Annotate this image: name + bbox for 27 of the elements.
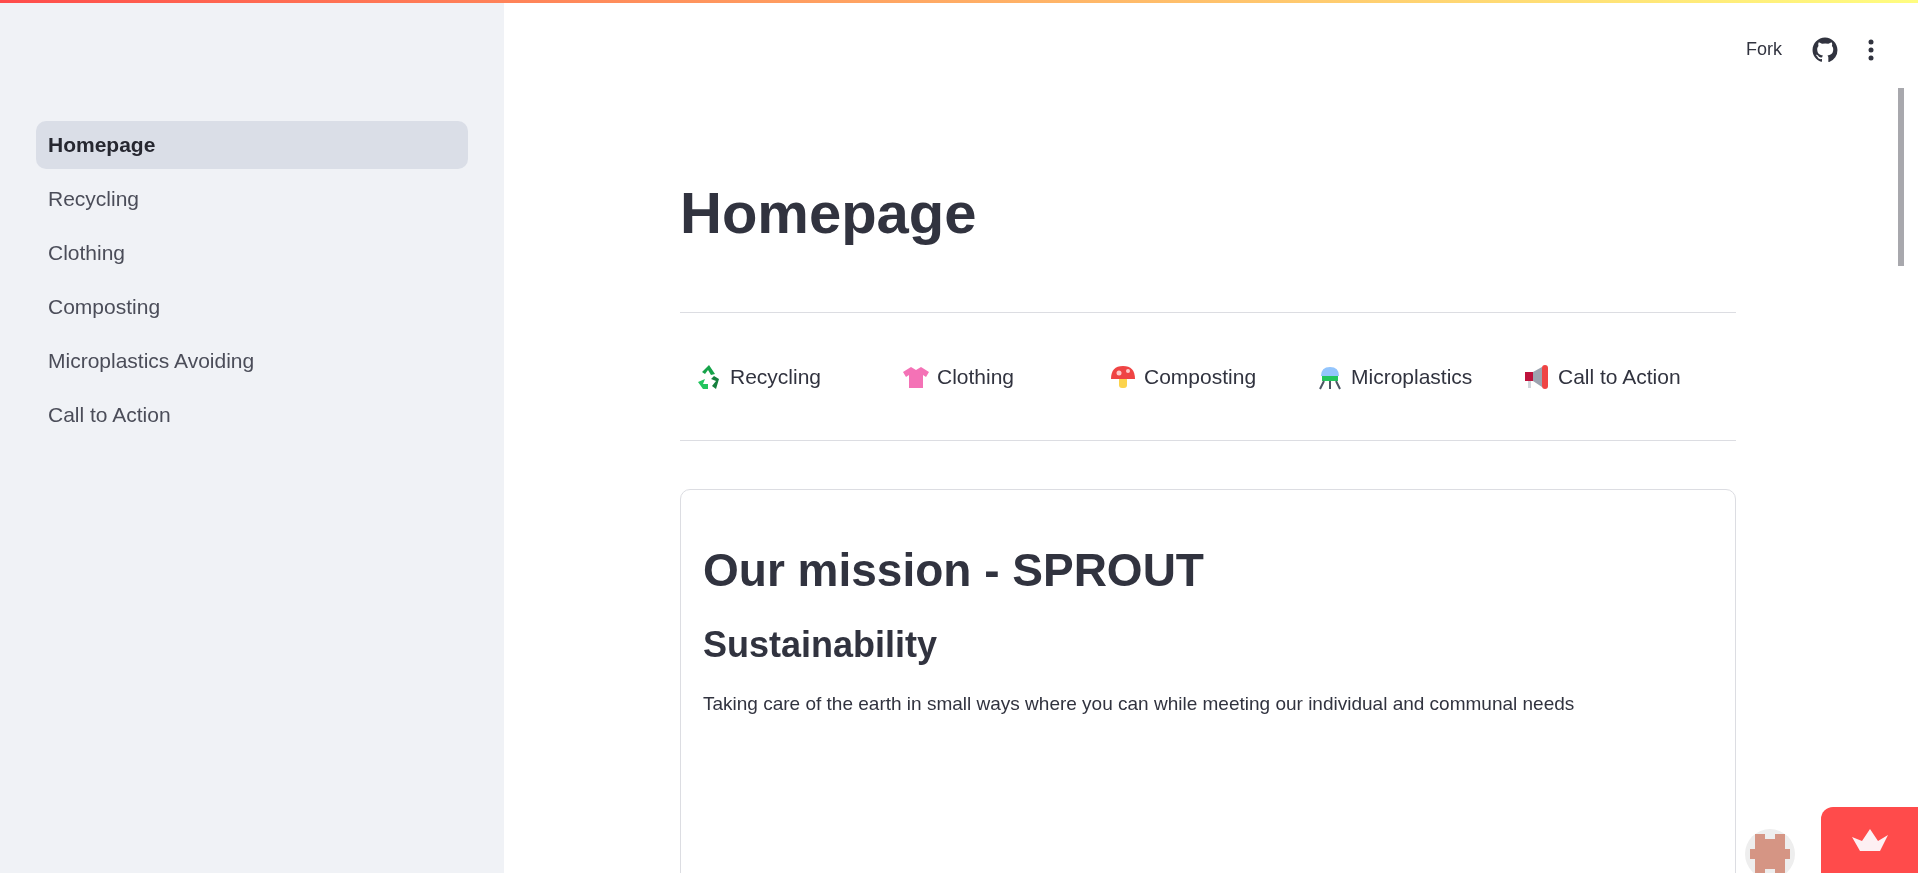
page-link-label[interactable]: Clothing	[937, 360, 1015, 393]
sidebar-item[interactable]: Clothing	[36, 229, 468, 277]
sidebar-item[interactable]: Call to Action	[36, 391, 468, 439]
page-link-label[interactable]: Recycling	[730, 360, 822, 393]
page-title: Homepage	[680, 179, 978, 247]
page-link-label[interactable]: Microplastics	[1351, 360, 1473, 393]
page-link[interactable]: Call to Action	[1522, 360, 1722, 393]
more-options-icon[interactable]	[1868, 38, 1874, 61]
sidebar-item[interactable]: Microplastics Avoiding	[36, 337, 468, 385]
card-subheading: Sustainability	[703, 623, 939, 667]
page-link[interactable]: Composting	[1108, 360, 1308, 393]
fork-link[interactable]: Fork	[1746, 36, 1782, 63]
crown-icon	[1849, 827, 1890, 853]
sidebar-item[interactable]: Homepage	[36, 121, 468, 169]
page-link[interactable]: Recycling	[694, 360, 894, 393]
sidebar-item[interactable]: Recycling	[36, 175, 468, 223]
page-link-label[interactable]: Call to Action	[1558, 360, 1681, 393]
card-text: Taking care of the earth in small ways where you can while meeting our individual and communal needs	[703, 692, 1576, 716]
pixel-creature-icon	[1750, 834, 1790, 873]
scrollbar-thumb[interactable]	[1898, 88, 1904, 266]
page-link[interactable]: Microplastics	[1315, 360, 1515, 393]
hosting-badge[interactable]	[1821, 807, 1918, 873]
github-icon[interactable]	[1812, 36, 1838, 63]
sidebar-item[interactable]: Composting	[36, 283, 468, 331]
card-heading: Our mission - SPROUT	[703, 543, 1205, 598]
page-link[interactable]: Clothing	[901, 360, 1101, 393]
page-link-label[interactable]: Composting	[1144, 360, 1257, 393]
